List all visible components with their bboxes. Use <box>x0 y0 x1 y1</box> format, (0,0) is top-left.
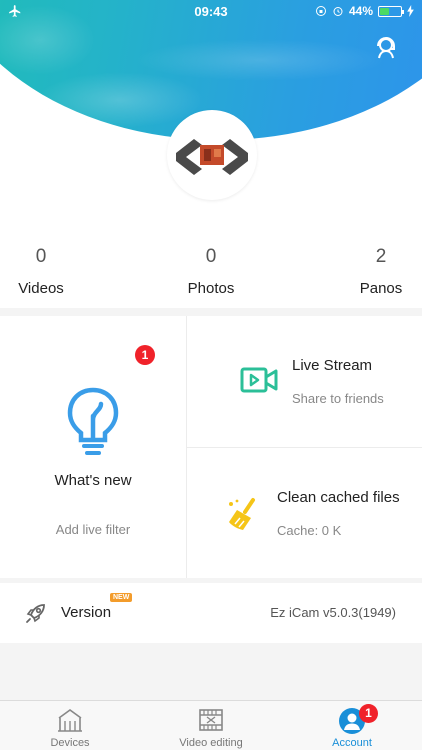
battery-level <box>380 7 389 15</box>
rocket-icon <box>26 604 45 623</box>
live-stream-title: Live Stream <box>292 357 373 374</box>
clean-cache-tile[interactable]: Clean cached files Cache: 0 K <box>187 448 422 578</box>
customer-service-icon <box>377 37 395 59</box>
app-logo-icon <box>176 139 248 175</box>
cache-size-label: Cache: 0 K <box>277 523 342 538</box>
charging-icon <box>407 5 414 17</box>
avatar[interactable] <box>167 110 257 200</box>
lightbulb-icon <box>67 387 119 455</box>
clean-cache-title: Clean cached files <box>277 489 400 506</box>
orientation-lock-icon <box>315 6 326 16</box>
battery-percent: 44% <box>348 4 373 18</box>
live-stream-subtitle: Share to friends <box>292 391 384 406</box>
stat-videos[interactable]: 0 Videos <box>14 246 68 297</box>
video-camera-icon <box>240 367 278 393</box>
whats-new-subtitle: Add live filter <box>55 522 131 537</box>
tab-devices[interactable]: Devices <box>0 701 140 750</box>
photos-count: 0 <box>205 246 217 267</box>
version-row[interactable]: Version NEW Ez iCam v5.0.3(1949) <box>0 583 422 643</box>
whats-new-tile[interactable]: 1 What's new Add live filter <box>0 316 186 578</box>
photos-label: Photos <box>187 280 235 297</box>
panos-count: 2 <box>375 246 387 267</box>
broom-icon <box>229 498 255 530</box>
tab-video-editing[interactable]: Video editing <box>141 701 281 750</box>
version-label: Version <box>61 604 112 621</box>
panos-label: Panos <box>359 280 403 297</box>
whats-new-badge: 1 <box>135 345 155 365</box>
videos-count: 0 <box>35 246 47 267</box>
version-value: Ez iCam v5.0.3(1949) <box>270 605 396 620</box>
tab-bar: Devices Video editing 1 Account <box>0 700 422 750</box>
film-icon <box>199 709 223 731</box>
whats-new-title: What's new <box>54 472 132 489</box>
tab-account-label: Account <box>332 737 372 749</box>
tab-devices-label: Devices <box>50 737 90 749</box>
new-badge: NEW <box>110 593 133 602</box>
battery-icon <box>378 5 404 17</box>
alarm-icon <box>333 7 343 16</box>
feature-grid: 1 What's new Add live filter Live Stream… <box>0 316 422 578</box>
videos-label: Videos <box>18 280 64 297</box>
live-stream-tile[interactable]: Live Stream Share to friends <box>187 316 422 447</box>
account-badge: 1 <box>359 704 378 723</box>
stat-panos[interactable]: 2 Panos <box>356 246 406 297</box>
tab-video-editing-label: Video editing <box>179 737 243 749</box>
tab-account[interactable]: 1 Account <box>282 701 422 750</box>
media-stats: 0 Videos 0 Photos 2 Panos <box>0 246 422 306</box>
status-bar: 09:43 44% <box>0 0 422 22</box>
house-icon <box>58 709 82 732</box>
stat-photos[interactable]: 0 Photos <box>181 246 241 297</box>
customer-service-button[interactable] <box>372 33 400 61</box>
